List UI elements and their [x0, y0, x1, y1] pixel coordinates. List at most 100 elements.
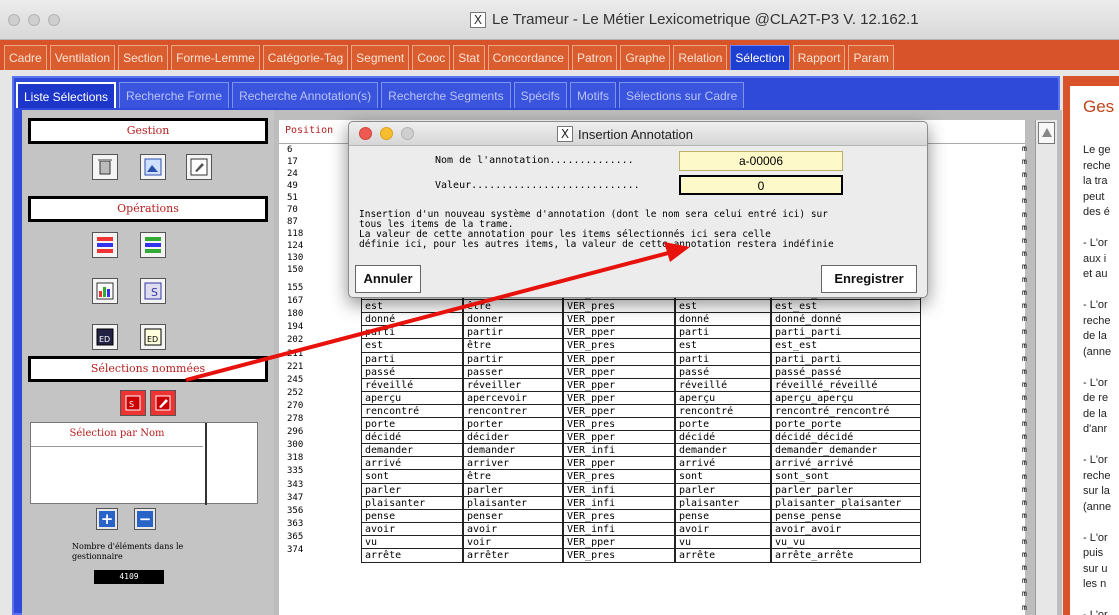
main-tab-bar: Cadre Ventilation Section Forme-Lemme Catégo… — [0, 40, 1119, 70]
position-cell: 51 — [287, 193, 298, 203]
menu-tab-7[interactable]: Stat — [453, 45, 485, 70]
help-line: de la — [1083, 330, 1107, 342]
annotation-name-field[interactable]: a-00006 — [679, 151, 843, 171]
menu-tab-6[interactable]: Cooc — [412, 45, 451, 70]
marker-m: m — [1022, 366, 1027, 376]
menu-tab-1[interactable]: Ventilation — [49, 45, 116, 70]
gestion-column: Gestion Opérations S ED ED Sélections no… — [22, 110, 274, 615]
help-line: puis — [1083, 547, 1104, 559]
minimize-icon[interactable] — [380, 127, 393, 140]
marker-m: m — [1022, 248, 1027, 258]
marker-m: m — [1022, 602, 1027, 612]
marker-m: m — [1022, 353, 1027, 363]
sub-tab-2[interactable]: Recherche Annotation(s) — [232, 82, 379, 108]
dialog-window-controls[interactable] — [359, 127, 414, 140]
add-selection-button[interactable]: + — [96, 508, 118, 530]
marker-m: m — [1022, 392, 1027, 402]
save-selection-icon[interactable]: S — [120, 390, 146, 416]
table-cell: arrête_arrête — [771, 548, 921, 563]
export-chart-icon[interactable] — [92, 278, 118, 304]
marker-m: m — [1022, 406, 1027, 415]
annotation-value-field[interactable]: 0 — [679, 175, 843, 195]
annotation-value-label: Valeur............................ — [435, 180, 640, 191]
sub-tab-4[interactable]: Spécifs — [513, 82, 567, 108]
scroll-up-icon[interactable] — [1038, 122, 1055, 144]
sub-tab-5[interactable]: Motifs — [569, 82, 616, 108]
import-ed-icon[interactable]: ED — [140, 324, 166, 350]
edit-icon[interactable] — [186, 154, 212, 180]
menu-tab-11[interactable]: Relation — [673, 45, 728, 70]
trash-icon[interactable] — [92, 154, 118, 180]
description-line: définie ici, pour les autres items, la v… — [359, 239, 834, 250]
named-selection-list[interactable]: Sélection par Nom — [30, 422, 258, 505]
table-s-icon[interactable]: S — [140, 278, 166, 304]
position-cell: 24 — [287, 169, 298, 179]
union-icon[interactable] — [92, 232, 118, 258]
count-value: 4109 — [94, 570, 164, 584]
marker-m: m — [1022, 314, 1027, 324]
table-row[interactable]: arrête arrêter VER_pres arrête arrête_arrête — [361, 548, 1025, 563]
count-label: Nombre d'éléments dans le gestionnaire — [72, 542, 184, 561]
sub-tab-6[interactable]: Sélections sur Cadre — [618, 82, 745, 108]
sub-tab-3[interactable]: Recherche Segments — [381, 82, 511, 108]
position-cell: 167 — [287, 296, 304, 307]
position-cell: 118 — [287, 229, 304, 239]
intersection-icon[interactable] — [140, 232, 166, 258]
menu-tab-3[interactable]: Forme-Lemme — [171, 45, 260, 70]
marker-m: m — [1022, 157, 1027, 167]
zoom-icon[interactable] — [401, 127, 414, 140]
annotate-selection-icon[interactable] — [150, 390, 176, 416]
table-cell: arrête — [361, 548, 463, 563]
dialog-description: Insertion d'un nouveau système d'annotat… — [359, 210, 923, 250]
marker-m: m — [1022, 209, 1027, 219]
window-controls[interactable] — [8, 14, 60, 26]
marker-m: m — [1022, 563, 1027, 573]
position-cell: 221 — [287, 361, 304, 372]
menu-tab-5[interactable]: Segment — [351, 45, 410, 70]
position-cell: 252 — [287, 387, 304, 398]
marker-m: m — [1022, 183, 1027, 193]
menu-tab-13[interactable]: Rapport — [792, 45, 846, 70]
marker-m: m — [1022, 419, 1027, 429]
close-icon[interactable] — [359, 127, 372, 140]
export-ed-icon[interactable]: ED — [92, 324, 118, 350]
cancel-button[interactable]: Annuler — [355, 265, 421, 293]
help-line: - L'or — [1083, 609, 1108, 615]
menu-tab-2[interactable]: Section — [118, 45, 169, 70]
marker-m: m — [1022, 458, 1027, 468]
help-line: sur u — [1083, 562, 1108, 575]
menu-tab-0[interactable]: Cadre — [4, 45, 47, 70]
position-cell: 130 — [287, 253, 304, 263]
help-line: peut — [1083, 190, 1105, 203]
save-button[interactable]: Enregistrer — [821, 265, 917, 293]
remove-selection-button[interactable]: − — [134, 508, 156, 530]
gestion-title: Gestion — [28, 118, 268, 144]
table-scrollbar[interactable] — [1035, 120, 1057, 615]
menu-tab-9[interactable]: Patron — [571, 45, 618, 70]
sub-tab-0[interactable]: Liste Sélections — [16, 82, 117, 108]
position-cell: 318 — [287, 453, 304, 464]
help-line: aux i — [1083, 252, 1107, 265]
menu-tab-4[interactable]: Catégorie-Tag — [262, 45, 349, 70]
position-cell: 150 — [287, 265, 304, 275]
svg-text:ED: ED — [99, 335, 110, 344]
position-cell: 245 — [287, 374, 304, 385]
window-title: X Le Trameur - Le Métier Lexicometrique … — [470, 11, 919, 28]
menu-tab-14[interactable]: Param — [848, 45, 894, 70]
sub-tab-1[interactable]: Recherche Forme — [119, 82, 230, 108]
marker-m: m — [1022, 589, 1027, 599]
menu-tab-12[interactable]: Sélection — [730, 45, 790, 70]
menu-tab-8[interactable]: Concordance — [487, 45, 569, 70]
help-line: (anne — [1083, 345, 1112, 358]
help-line: sur la — [1083, 485, 1110, 497]
image-icon[interactable] — [140, 154, 166, 180]
menu-tab-10[interactable]: Graphe — [620, 45, 671, 70]
help-line: - L'or — [1083, 237, 1108, 249]
window-titlebar: X Le Trameur - Le Métier Lexicometrique … — [0, 0, 1119, 40]
marker-m: m — [1022, 170, 1027, 180]
help-line: - L'or — [1083, 376, 1108, 389]
help-line: reche — [1083, 469, 1111, 482]
dialog-titlebar: X Insertion Annotation — [349, 122, 927, 146]
marker-m: m — [1022, 550, 1027, 560]
help-line: de re — [1083, 392, 1109, 404]
